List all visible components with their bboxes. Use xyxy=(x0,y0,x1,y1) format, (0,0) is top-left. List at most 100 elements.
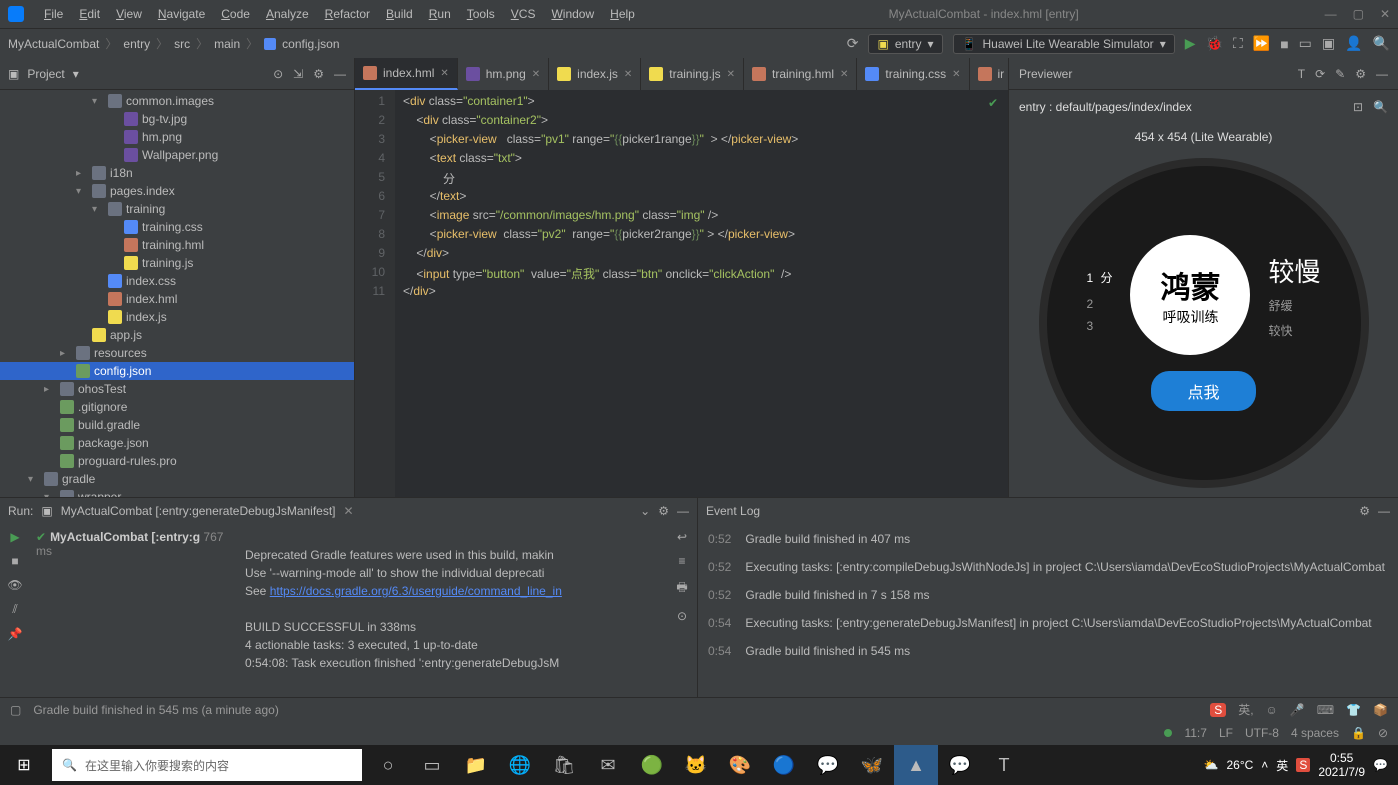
tree-item[interactable]: proguard-rules.pro xyxy=(0,452,354,470)
caret-position[interactable]: 11:7 xyxy=(1184,726,1206,740)
line-separator[interactable]: LF xyxy=(1219,726,1233,740)
indent[interactable]: 4 spaces xyxy=(1291,726,1339,740)
tree-item[interactable]: index.css xyxy=(0,272,354,290)
hide-icon[interactable]: — xyxy=(1378,504,1390,518)
chrome-icon[interactable]: 🔵 xyxy=(762,745,806,785)
help-icon[interactable]: ⊙ xyxy=(677,609,687,623)
tab-training.js[interactable]: training.js✕ xyxy=(641,58,744,90)
plugin-icon[interactable]: 📦 xyxy=(1373,703,1388,717)
sdk-icon[interactable]: ▣ xyxy=(1322,35,1335,52)
encoding[interactable]: UTF-8 xyxy=(1245,726,1279,740)
watch-button[interactable]: 点我 xyxy=(1151,371,1255,411)
tree-item[interactable]: training.js xyxy=(0,254,354,272)
tree-item[interactable]: .gitignore xyxy=(0,398,354,416)
tree-item[interactable]: ▸i18n xyxy=(0,164,354,182)
weather-icon[interactable]: ⛅ xyxy=(1204,758,1219,772)
menu-help[interactable]: Help xyxy=(602,3,643,25)
tab-index.js[interactable]: index.js✕ xyxy=(549,58,641,90)
notification-icon[interactable]: 💬 xyxy=(1373,758,1388,772)
minimize-icon[interactable]: — xyxy=(1325,7,1337,21)
tab-training.hml[interactable]: training.hml✕ xyxy=(744,58,857,90)
menu-edit[interactable]: Edit xyxy=(71,3,108,25)
menu-analyze[interactable]: Analyze xyxy=(258,3,317,25)
ime-s-icon[interactable]: S xyxy=(1296,758,1310,772)
debug-icon[interactable]: 🐞 xyxy=(1206,35,1223,52)
menu-tools[interactable]: Tools xyxy=(459,3,503,25)
avd-icon[interactable]: ▭ xyxy=(1299,35,1312,52)
keyboard-icon[interactable]: ⌨ xyxy=(1317,703,1334,717)
menu-navigate[interactable]: Navigate xyxy=(150,3,213,25)
event-row[interactable]: 0:52Gradle build finished in 7 s 158 ms xyxy=(708,588,1388,602)
gear-icon[interactable]: ⚙ xyxy=(658,504,669,518)
run-tree[interactable]: ✔MyActualCombat [:entry:g 767 ms xyxy=(30,524,235,697)
profile-icon[interactable]: ⏩ xyxy=(1253,35,1270,52)
sync-icon[interactable]: ⟳ xyxy=(847,35,859,52)
tree-item[interactable]: index.js xyxy=(0,308,354,326)
chevron-up-icon[interactable]: ˄ xyxy=(1261,758,1268,772)
tab-ir[interactable]: ir▾ xyxy=(970,58,1008,90)
typora-icon[interactable]: T xyxy=(982,745,1026,785)
scroll-end-icon[interactable]: ≡ xyxy=(678,554,685,568)
app2-icon[interactable]: 💬 xyxy=(806,745,850,785)
person-icon[interactable]: 👕 xyxy=(1346,703,1361,717)
tree-item[interactable]: bg-tv.jpg xyxy=(0,110,354,128)
tab-index.hml[interactable]: index.hml✕ xyxy=(355,58,458,90)
mic-icon[interactable]: 🎤 xyxy=(1290,703,1305,717)
device-dropdown[interactable]: 📱Huawei Lite Wearable Simulator▾ xyxy=(953,34,1175,54)
refresh-icon[interactable]: ⟳ xyxy=(1315,67,1325,81)
event-row[interactable]: 0:54Executing tasks: [:entry:generateDeb… xyxy=(708,616,1388,630)
event-row[interactable]: 0:52Gradle build finished in 407 ms xyxy=(708,532,1388,546)
edge-icon[interactable]: 🌐 xyxy=(498,745,542,785)
breadcrumb-item[interactable]: config.json xyxy=(282,37,339,51)
run-icon[interactable]: ▶ xyxy=(1185,35,1196,52)
lock-icon[interactable]: 🔒 xyxy=(1351,726,1366,740)
app-icon[interactable]: 🐱 xyxy=(674,745,718,785)
search-everywhere-icon[interactable]: 🔍 xyxy=(1373,35,1390,52)
profile-user-icon[interactable]: 👤 xyxy=(1345,35,1362,52)
pin-icon[interactable]: 📌 xyxy=(8,627,23,641)
cortana-icon[interactable]: ○ xyxy=(366,745,410,785)
settings-icon[interactable]: ⚙ xyxy=(313,67,324,81)
tree-item[interactable]: ▾gradle xyxy=(0,470,354,488)
memory-icon[interactable]: ⊘ xyxy=(1378,726,1388,740)
taskbar-search[interactable]: 🔍 在这里输入你要搜索的内容 xyxy=(52,749,362,781)
start-button[interactable]: ⊞ xyxy=(0,745,48,785)
tree-item[interactable]: ▸ohosTest xyxy=(0,380,354,398)
coverage-icon[interactable]: ⛶ xyxy=(1233,35,1243,52)
tree-item[interactable]: Wallpaper.png xyxy=(0,146,354,164)
tree-item[interactable]: training.hml xyxy=(0,236,354,254)
breadcrumb-item[interactable]: MyActualCombat xyxy=(8,37,99,51)
menu-run[interactable]: Run xyxy=(421,3,459,25)
tree-item[interactable]: build.gradle xyxy=(0,416,354,434)
picker1[interactable]: 1 分 2 3 xyxy=(1087,258,1113,333)
emoji-icon[interactable]: ☺ xyxy=(1266,703,1278,717)
hide-icon[interactable]: — xyxy=(677,504,689,518)
breadcrumb-item[interactable]: src xyxy=(174,37,190,51)
breadcrumb-item[interactable]: main xyxy=(214,37,240,51)
inspection-ok-icon[interactable]: ✔ xyxy=(988,96,998,110)
zoom-fit-icon[interactable]: ⊡ xyxy=(1353,100,1363,114)
breadcrumb-item[interactable]: entry xyxy=(123,37,150,51)
taskview-icon[interactable]: ▭ xyxy=(410,745,454,785)
stop-icon[interactable]: ■ xyxy=(11,554,18,568)
gear-icon[interactable]: ⚙ xyxy=(1355,67,1366,81)
ime-label[interactable]: 英 xyxy=(1276,757,1288,774)
menu-file[interactable]: File xyxy=(36,3,71,25)
explorer-icon[interactable]: 📁 xyxy=(454,745,498,785)
menu-build[interactable]: Build xyxy=(378,3,421,25)
close-icon[interactable]: ✕ xyxy=(1380,7,1390,21)
brush-icon[interactable]: ✎ xyxy=(1335,67,1345,81)
app3-icon[interactable]: 🦋 xyxy=(850,745,894,785)
hide-icon[interactable]: — xyxy=(334,67,346,81)
menu-window[interactable]: Window xyxy=(543,3,602,25)
project-tree[interactable]: ▾common.imagesbg-tv.jpghm.pngWallpaper.p… xyxy=(0,90,354,497)
tree-item[interactable]: config.json xyxy=(0,362,354,380)
tree-item[interactable]: training.css xyxy=(0,218,354,236)
tree-item[interactable]: hm.png xyxy=(0,128,354,146)
wechat-icon[interactable]: 💬 xyxy=(938,745,982,785)
browser-icon[interactable]: 🟢 xyxy=(630,745,674,785)
gear-icon[interactable]: ⚙ xyxy=(1359,504,1370,518)
event-row[interactable]: 0:54Gradle build finished in 545 ms xyxy=(708,644,1388,658)
tab-hm.png[interactable]: hm.png✕ xyxy=(458,58,549,90)
tree-item[interactable]: ▾training xyxy=(0,200,354,218)
